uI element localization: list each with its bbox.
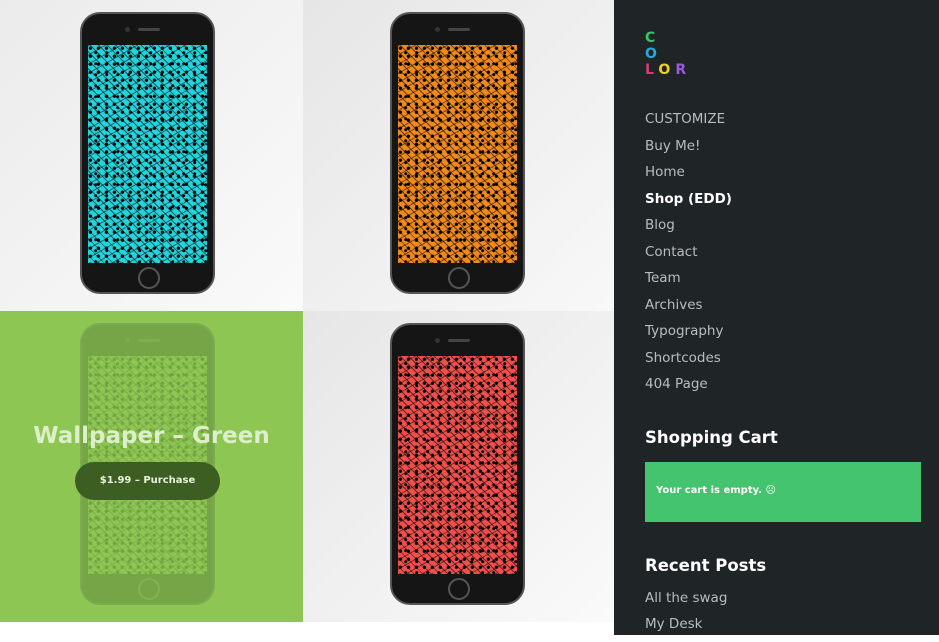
recent-posts-heading: Recent Posts <box>645 556 767 575</box>
phone-image <box>80 12 215 294</box>
nav-item-contact[interactable]: Contact <box>645 243 732 270</box>
wallpaper-screen <box>398 45 517 263</box>
product-tile-green[interactable]: Wallpaper – Green $1.99 – Purchase <box>0 311 303 622</box>
nav-item-home[interactable]: Home <box>645 163 732 190</box>
main-nav: CUSTOMIZE Buy Me! Home Shop (EDD) Blog C… <box>645 110 732 402</box>
product-tile-orange[interactable] <box>303 0 614 311</box>
nav-item-archives[interactable]: Archives <box>645 296 732 323</box>
nav-item-customize[interactable]: CUSTOMIZE <box>645 110 732 137</box>
sidebar: C O LOR CUSTOMIZE Buy Me! Home Shop (EDD… <box>614 0 939 635</box>
nav-item-shop[interactable]: Shop (EDD) <box>645 190 732 217</box>
shopping-cart-heading: Shopping Cart <box>645 428 778 447</box>
nav-item-buy-me[interactable]: Buy Me! <box>645 137 732 164</box>
nav-item-blog[interactable]: Blog <box>645 216 732 243</box>
nav-item-404[interactable]: 404 Page <box>645 375 732 402</box>
product-tile-red[interactable] <box>303 311 614 622</box>
recent-post-link[interactable]: All the swag <box>645 590 727 616</box>
nav-item-team[interactable]: Team <box>645 269 732 296</box>
purchase-button[interactable]: $1.99 – Purchase <box>75 462 220 500</box>
site-logo[interactable]: C O LOR <box>645 30 691 78</box>
recent-posts-list: All the swag My Desk <box>645 590 727 642</box>
nav-item-typography[interactable]: Typography <box>645 322 732 349</box>
wallpaper-screen <box>398 356 517 574</box>
product-hover-overlay: Wallpaper – Green $1.99 – Purchase <box>0 311 303 622</box>
product-title[interactable]: Wallpaper – Green <box>0 423 303 449</box>
phone-image <box>390 323 525 605</box>
phone-image <box>390 12 525 294</box>
recent-post-link[interactable]: My Desk <box>645 616 727 642</box>
nav-item-shortcodes[interactable]: Shortcodes <box>645 349 732 376</box>
cart-empty-message: Your cart is empty. ☹ <box>645 462 921 522</box>
wallpaper-screen <box>88 45 207 263</box>
product-tile-cyan[interactable] <box>0 0 303 311</box>
